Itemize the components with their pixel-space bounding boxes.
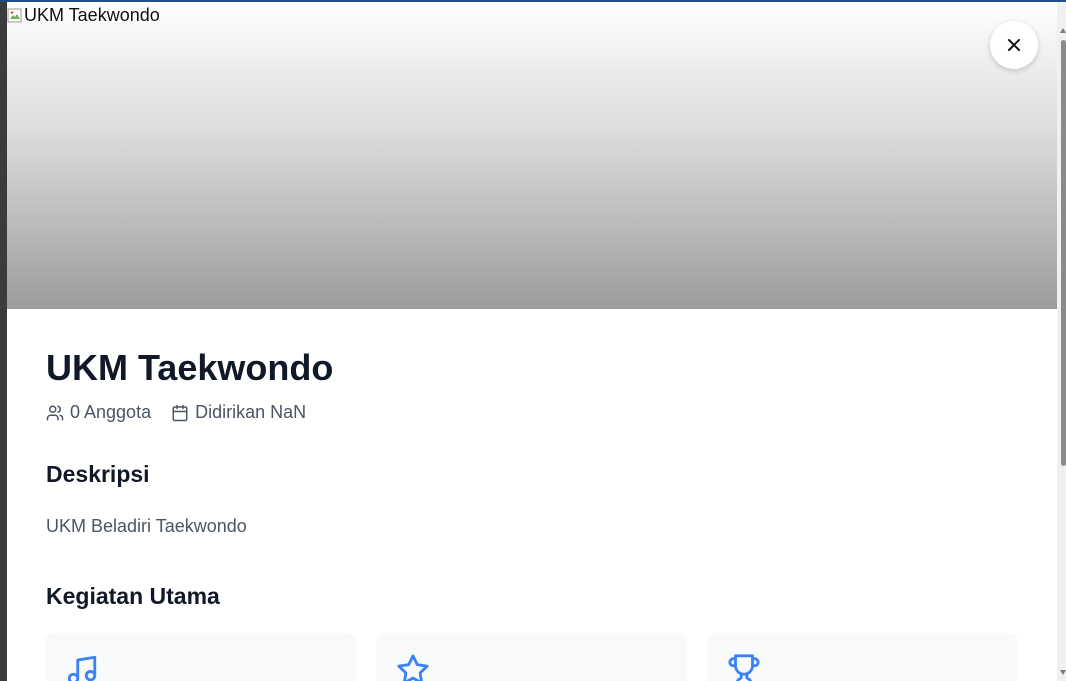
activity-card[interactable]	[376, 633, 687, 681]
calendar-icon	[172, 404, 188, 421]
description-heading: Deskripsi	[46, 461, 150, 487]
scroll-up-arrow-icon[interactable]	[1060, 28, 1066, 33]
scrollbar-thumb[interactable]	[1061, 40, 1066, 466]
activity-card[interactable]	[707, 633, 1018, 681]
scroll-down-arrow-icon[interactable]	[1060, 670, 1066, 675]
trophy-icon	[727, 653, 761, 681]
members-count: 0 Anggota	[46, 402, 151, 423]
hero-image-alt: UKM Taekwondo	[7, 5, 160, 26]
members-count-text: 0 Anggota	[70, 402, 152, 422]
activity-card[interactable]	[45, 633, 356, 681]
founded-date-text: Didirikan NaN	[195, 402, 307, 422]
club-meta: 0 Anggota Didirikan NaN	[46, 402, 306, 423]
hero-banner-image: UKM Taekwondo ×	[7, 2, 1057, 309]
broken-image-icon	[7, 8, 23, 24]
activities-heading: Kegiatan Utama	[46, 583, 220, 609]
founded-date: Didirikan NaN	[171, 402, 306, 423]
window-left-edge	[0, 2, 7, 681]
club-title: UKM Taekwondo	[46, 347, 334, 388]
music-icon	[65, 653, 99, 681]
close-icon	[1008, 39, 1020, 51]
club-detail-modal: UKM Taekwondo × UKM Taekwondo 0 Anggota …	[7, 2, 1057, 681]
hero-image-alt-text: UKM Taekwondo	[24, 5, 160, 25]
close-button[interactable]	[990, 21, 1038, 69]
users-icon	[46, 405, 64, 420]
star-icon	[396, 653, 430, 681]
description-text: UKM Beladiri Taekwondo	[46, 516, 247, 536]
